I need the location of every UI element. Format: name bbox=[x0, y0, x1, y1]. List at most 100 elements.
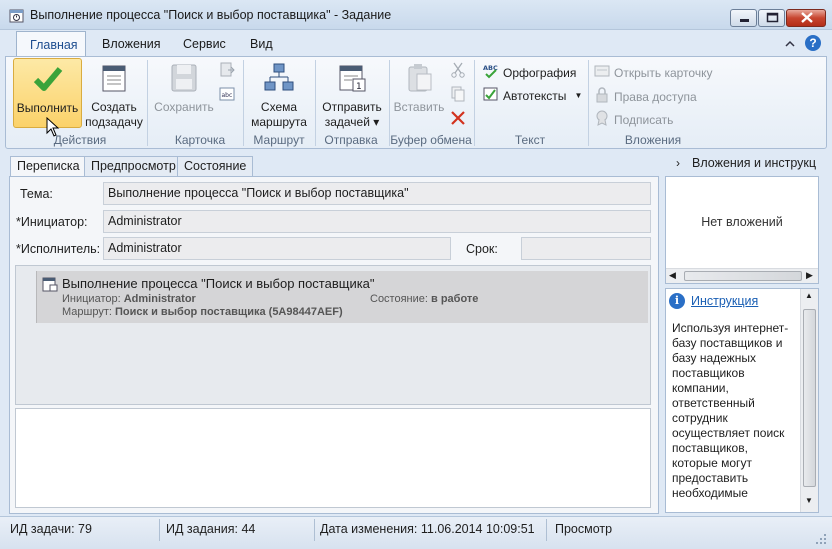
help-icon[interactable]: ? bbox=[805, 35, 821, 51]
send-as-task-button[interactable]: 1 Отправить задачей ▾ bbox=[318, 62, 386, 130]
tab-state[interactable]: Состояние bbox=[177, 156, 254, 176]
window-title: Выполнение процесса "Поиск и выбор поста… bbox=[30, 8, 392, 22]
spelling-label: Орфография bbox=[503, 65, 577, 80]
tab-attachments[interactable]: Вложения bbox=[89, 31, 174, 57]
close-button[interactable] bbox=[786, 9, 826, 27]
tab-preview[interactable]: Предпросмотр bbox=[84, 156, 183, 176]
card-abc-icon[interactable]: abc bbox=[219, 86, 235, 105]
access-rights-label: Права доступа bbox=[614, 89, 697, 104]
floppy-disk-icon bbox=[168, 62, 200, 94]
clipboard-icon bbox=[403, 62, 435, 94]
performer-label: *Исполнитель: bbox=[16, 242, 101, 256]
card-icon bbox=[594, 63, 610, 82]
wf-route-label: Маршрут: bbox=[62, 306, 112, 318]
resize-grip-icon[interactable] bbox=[815, 533, 827, 548]
send-label-2: задачей ▾ bbox=[324, 115, 380, 129]
tab-service[interactable]: Сервис bbox=[170, 31, 239, 57]
seal-icon bbox=[594, 110, 610, 129]
cut-icon[interactable] bbox=[450, 62, 466, 81]
scroll-up-icon[interactable]: ▲ bbox=[805, 291, 813, 300]
wf-route-value: Поиск и выбор поставщика (5A98447AEF) bbox=[115, 306, 343, 318]
info-icon: i bbox=[669, 293, 685, 309]
open-card-label: Открыть карточку bbox=[614, 65, 713, 80]
subject-field[interactable]: Выполнение процесса "Поиск и выбор поста… bbox=[103, 182, 651, 205]
paste-button[interactable]: Вставить bbox=[391, 62, 447, 115]
scroll-thumb[interactable] bbox=[684, 271, 802, 281]
card-export-icon[interactable] bbox=[219, 62, 235, 81]
subtask-calendar-icon bbox=[98, 62, 130, 94]
tab-home[interactable]: Главная bbox=[16, 31, 86, 57]
copy-icon[interactable] bbox=[450, 86, 466, 105]
instruction-text: Используя интернет-базу поставщиков и ба… bbox=[672, 321, 789, 500]
create-subtask-label-2: подзадачу bbox=[85, 115, 143, 129]
wf-initiator-value: Administrator bbox=[123, 293, 196, 305]
wf-state-label: Состояние: bbox=[370, 293, 428, 305]
send-label-1: Отправить bbox=[322, 100, 382, 114]
access-rights-button[interactable]: Права доступа bbox=[594, 87, 697, 106]
route-scheme-label-1: Схема bbox=[260, 100, 298, 114]
instruction-vscrollbar[interactable]: ▲ ▼ bbox=[800, 289, 818, 512]
open-card-button[interactable]: Открыть карточку bbox=[594, 63, 712, 82]
create-subtask-label-1: Создать bbox=[91, 100, 137, 114]
group-send-label: Отправка bbox=[324, 133, 378, 147]
workflow-title: Выполнение процесса "Поиск и выбор поста… bbox=[62, 276, 375, 291]
save-button[interactable]: Сохранить bbox=[152, 62, 216, 115]
maximize-button[interactable] bbox=[758, 9, 785, 27]
tab-view[interactable]: Вид bbox=[237, 31, 286, 57]
create-subtask-button[interactable]: Создать подзадачу bbox=[84, 62, 144, 130]
execute-label: Выполнить bbox=[16, 101, 79, 115]
send-calendar-icon: 1 bbox=[336, 62, 368, 94]
group-route-label: Маршрут bbox=[253, 133, 305, 147]
chevron-down-icon: ▼ bbox=[574, 91, 583, 100]
initiator-label: *Инициатор: bbox=[16, 215, 88, 229]
scroll-left-icon[interactable]: ◀ bbox=[669, 270, 676, 281]
scroll-right-icon[interactable]: ▶ bbox=[806, 270, 813, 281]
spellcheck-icon: ABC bbox=[483, 63, 499, 82]
group-actions-label: Действия bbox=[53, 133, 107, 147]
initiator-field[interactable]: Administrator bbox=[103, 210, 651, 233]
group-attachments-label: Вложения bbox=[624, 133, 682, 147]
route-diagram-icon bbox=[263, 62, 295, 94]
message-text-area[interactable] bbox=[15, 408, 651, 508]
group-card-label: Карточка bbox=[174, 133, 226, 147]
task-window-icon bbox=[9, 8, 24, 23]
status-separator bbox=[546, 519, 547, 541]
spelling-button[interactable]: ABC Орфография bbox=[483, 63, 576, 82]
svg-text:abc: abc bbox=[222, 92, 233, 99]
deadline-field[interactable] bbox=[521, 237, 651, 260]
group-text-label: Текст bbox=[514, 133, 546, 147]
lock-icon bbox=[594, 87, 610, 106]
attachments-hscrollbar[interactable]: ◀ ▶ bbox=[666, 268, 818, 283]
status-modified: Дата изменения: 11.06.2014 10:09:51 bbox=[320, 522, 535, 536]
minimize-button[interactable] bbox=[730, 9, 757, 27]
route-scheme-label-2: маршрута bbox=[251, 115, 307, 129]
sign-label: Подписать bbox=[614, 112, 674, 127]
wf-state-value: в работе bbox=[431, 293, 479, 305]
status-separator bbox=[314, 519, 315, 541]
sign-button[interactable]: Подписать bbox=[594, 110, 673, 129]
group-separator bbox=[588, 60, 589, 146]
status-separator bbox=[159, 519, 160, 541]
delete-icon[interactable] bbox=[450, 110, 466, 129]
tab-correspondence[interactable]: Переписка bbox=[10, 156, 87, 177]
process-icon bbox=[42, 276, 58, 295]
paste-label: Вставить bbox=[393, 100, 445, 114]
route-scheme-button[interactable]: Схема маршрута bbox=[247, 62, 311, 130]
right-pane-header: Вложения и инструкц bbox=[692, 156, 817, 170]
subject-label: Тема: bbox=[20, 187, 53, 201]
no-attachments-text: Нет вложений bbox=[701, 215, 783, 229]
save-label: Сохранить bbox=[154, 100, 214, 114]
instruction-link[interactable]: Инструкция bbox=[691, 294, 758, 308]
scroll-thumb[interactable] bbox=[803, 309, 816, 487]
group-clipboard-label: Буфер обмена bbox=[390, 133, 472, 147]
autotext-icon bbox=[483, 86, 499, 105]
checkmark-icon bbox=[32, 63, 64, 95]
group-separator bbox=[147, 60, 148, 146]
chevron-up-icon[interactable] bbox=[784, 38, 796, 50]
autotext-button[interactable]: Автотексты ▼ bbox=[483, 86, 582, 105]
group-separator bbox=[474, 60, 475, 146]
scroll-down-icon[interactable]: ▼ bbox=[805, 496, 813, 505]
wf-initiator-label: Инициатор: bbox=[62, 293, 121, 305]
chevron-right-icon[interactable]: › bbox=[676, 156, 680, 170]
performer-field[interactable]: Administrator bbox=[103, 237, 451, 260]
